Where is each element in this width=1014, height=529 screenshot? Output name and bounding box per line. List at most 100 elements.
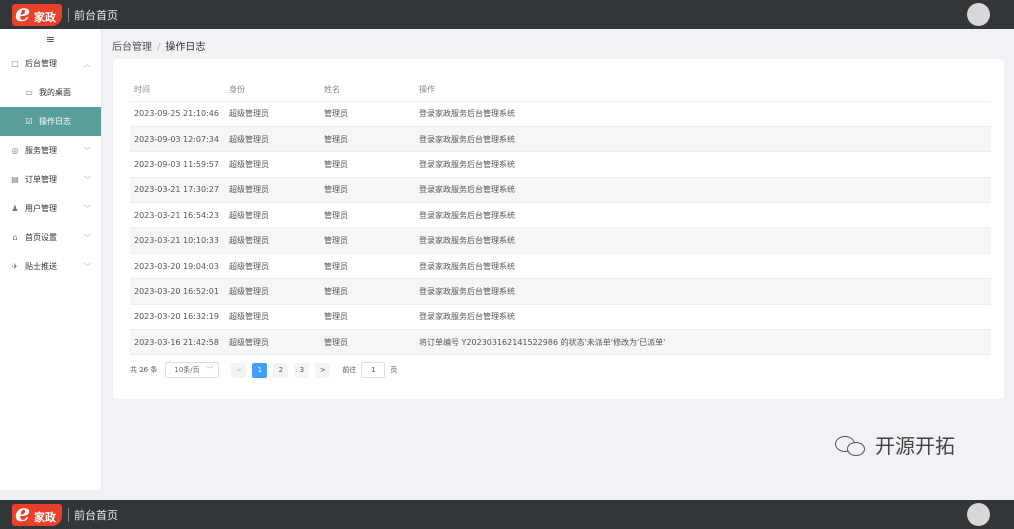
table-cell: 管理员 bbox=[320, 126, 415, 153]
logo[interactable]: e 家政 bbox=[12, 499, 62, 526]
table-cell: 超级管理员 bbox=[225, 202, 320, 229]
sidebar-item-label: 用户管理 bbox=[25, 204, 57, 213]
table-cell: 超级管理员 bbox=[225, 227, 320, 254]
menu-icon: ⌂ bbox=[12, 233, 18, 242]
table-row[interactable]: 2023-03-20 16:52:01 超级管理员 管理员 登录家政服务后台管理系统 bbox=[130, 278, 991, 305]
menu-icon: ▤ bbox=[11, 175, 19, 184]
sidebar: ≡ □ 后台管理 ︿ ▭ 我的桌面 ☑ 操作日志 ◎ 服务管理 ﹀ ▤ 订单管理 ﹀ ♟ 用户管理 ﹀ ⌂ 首页设… bbox=[0, 29, 102, 490]
table-cell: 超级管理员 bbox=[225, 177, 320, 204]
page-button-3[interactable]: 3 bbox=[294, 362, 310, 378]
table-cell: 管理员 bbox=[320, 253, 415, 280]
goto-page-input[interactable]: 1 bbox=[361, 362, 386, 378]
divider bbox=[68, 507, 69, 522]
table-header-row: 时间 身份 姓名 操作 bbox=[130, 79, 991, 102]
logo-text: 家政 bbox=[34, 10, 56, 24]
table-row[interactable]: 2023-09-03 12:07:34 超级管理员 管理员 登录家政服务后台管理系统 bbox=[130, 126, 991, 153]
operation-log-table: 时间 身份 姓名 操作 2023-09-25 21:10:46 超级管理员 管理员登… bbox=[130, 79, 991, 356]
menu-icon: ▭ bbox=[25, 88, 33, 97]
table-cell: 超级管理员 bbox=[225, 278, 320, 305]
breadcrumb-current: 操作日志 bbox=[165, 42, 206, 53]
total-count: 共 26 条 bbox=[130, 366, 158, 374]
table-cell: 2023-03-16 21:42:58 bbox=[130, 329, 225, 356]
sidebar-item-4[interactable]: ▤ 订单管理 ﹀ bbox=[0, 165, 101, 194]
avatar[interactable] bbox=[967, 3, 990, 26]
prev-page-button[interactable]: < bbox=[231, 362, 247, 378]
sidebar-item-0[interactable]: □ 后台管理 ︿ bbox=[0, 49, 101, 78]
sidebar-item-5[interactable]: ♟ 用户管理 ﹀ bbox=[0, 194, 101, 223]
table-cell: 管理员 bbox=[320, 304, 415, 331]
table-cell: 管理员 bbox=[320, 151, 415, 178]
collapse-menu-icon[interactable]: ≡ bbox=[0, 29, 101, 49]
table-cell: 登录家政服务后台管理系统 bbox=[415, 151, 991, 178]
table-cell: 管理员 bbox=[320, 278, 415, 305]
column-header-name[interactable]: 姓名 bbox=[320, 79, 415, 102]
chevron-down-icon: ﹀ bbox=[84, 175, 91, 184]
table-row[interactable]: 2023-03-20 16:32:19 超级管理员 管理员 登录家政服务后台管理系统 bbox=[130, 304, 991, 331]
table-row[interactable]: 2023-03-21 10:10:33 超级管理员 管理员 登录家政服务后台管理系统 bbox=[130, 227, 991, 254]
table-row[interactable]: 2023-03-20 19:04:03 超级管理员 管理员 登录家政服务后台管理系统 bbox=[130, 253, 991, 280]
breadcrumb-separator: / bbox=[157, 42, 161, 53]
table-cell: 管理员 bbox=[320, 101, 415, 127]
chevron-down-icon: ﹀ bbox=[84, 262, 91, 271]
column-header-time[interactable]: 时间 bbox=[130, 79, 225, 102]
watermark: 开源开拓 bbox=[833, 430, 955, 459]
table-cell: 登录家政服务后台管理系统 bbox=[415, 278, 991, 305]
table-cell: 2023-03-20 16:52:01 bbox=[130, 278, 225, 305]
chevron-down-icon: ﹀ bbox=[84, 233, 91, 242]
bottom-navbar: e 家政 前台首页 bbox=[0, 499, 1014, 529]
table-row[interactable]: 2023-09-25 21:10:46 超级管理员 管理员 登录家政服务后台管理系统 bbox=[130, 101, 991, 127]
logo[interactable]: e 家政 bbox=[12, 0, 62, 26]
wechat-icon bbox=[833, 432, 869, 458]
log-card: 时间 身份 姓名 操作 2023-09-25 21:10:46 超级管理员 管理员登… bbox=[113, 59, 1004, 399]
table-cell: 2023-03-21 10:10:33 bbox=[130, 227, 225, 254]
table-cell: 超级管理员 bbox=[225, 126, 320, 153]
table-row[interactable]: 2023-03-16 21:42:58 超级管理员 管理员 将订单编号 Y202303… bbox=[130, 329, 991, 356]
page-button-2[interactable]: 2 bbox=[273, 362, 289, 378]
table-cell: 将订单编号 Y202303162141522986 的状态'未派单'修改为'已派… bbox=[415, 329, 991, 356]
table-row[interactable]: 2023-03-21 17:30:27 超级管理员 管理员 登录家政服务后台管理系统 bbox=[130, 177, 991, 204]
menu-icon: ✈ bbox=[11, 262, 19, 271]
frontend-home-link[interactable]: 前台首页 bbox=[74, 7, 118, 23]
table-cell: 超级管理员 bbox=[225, 329, 320, 356]
column-header-action[interactable]: 操作 bbox=[415, 79, 991, 102]
logo-letter: e bbox=[15, 497, 31, 527]
column-header-role[interactable]: 身份 bbox=[225, 79, 320, 102]
table-cell: 2023-03-20 16:32:19 bbox=[130, 304, 225, 331]
table-cell: 管理员 bbox=[320, 227, 415, 254]
avatar[interactable] bbox=[967, 503, 990, 526]
table-cell: 超级管理员 bbox=[225, 101, 320, 127]
next-page-button[interactable]: > bbox=[315, 362, 331, 378]
chevron-down-icon: ﹀ bbox=[206, 366, 214, 374]
chevron-down-icon: ﹀ bbox=[84, 146, 91, 155]
page-size-value: 10条/页 bbox=[174, 366, 200, 374]
sidebar-item-6[interactable]: ⌂ 首页设置 ﹀ bbox=[0, 223, 101, 252]
page-button-1[interactable]: 1 bbox=[252, 362, 268, 378]
table-cell: 登录家政服务后台管理系统 bbox=[415, 177, 991, 204]
table-cell: 管理员 bbox=[320, 329, 415, 356]
page-size-select[interactable]: 10条/页 ﹀ bbox=[165, 362, 220, 378]
table-cell: 登录家政服务后台管理系统 bbox=[415, 202, 991, 229]
sidebar-item-2[interactable]: ☑ 操作日志 bbox=[0, 107, 101, 136]
frontend-home-link[interactable]: 前台首页 bbox=[74, 507, 118, 523]
sidebar-item-7[interactable]: ✈ 贴士推送 ﹀ bbox=[0, 252, 101, 281]
table-cell: 登录家政服务后台管理系统 bbox=[415, 227, 991, 254]
menu-icon: ◎ bbox=[11, 146, 19, 155]
table-cell: 超级管理员 bbox=[225, 253, 320, 280]
table-cell: 超级管理员 bbox=[225, 151, 320, 178]
sidebar-item-label: 操作日志 bbox=[39, 117, 71, 126]
sidebar-item-label: 后台管理 bbox=[25, 59, 57, 68]
sidebar-item-1[interactable]: ▭ 我的桌面 bbox=[0, 78, 101, 107]
sidebar-item-label: 我的桌面 bbox=[39, 88, 71, 97]
sidebar-item-3[interactable]: ◎ 服务管理 ﹀ bbox=[0, 136, 101, 165]
chevron-down-icon: ﹀ bbox=[84, 204, 91, 213]
table-row[interactable]: 2023-09-03 11:59:57 超级管理员 管理员 登录家政服务后台管理系统 bbox=[130, 151, 991, 178]
table-cell: 登录家政服务后台管理系统 bbox=[415, 253, 991, 280]
divider bbox=[68, 7, 69, 22]
sidebar-menu: □ 后台管理 ︿ ▭ 我的桌面 ☑ 操作日志 ◎ 服务管理 ﹀ ▤ 订单管理 ﹀ ♟ 用户管理 ﹀ ⌂ 首页设置 ﹀… bbox=[0, 49, 101, 281]
table-cell: 2023-03-20 19:04:03 bbox=[130, 253, 225, 280]
goto-label: 前往 bbox=[342, 366, 357, 374]
sidebar-item-label: 服务管理 bbox=[25, 146, 57, 155]
breadcrumb-root[interactable]: 后台管理 bbox=[112, 42, 152, 53]
table-row[interactable]: 2023-03-21 16:54:23 超级管理员 管理员 登录家政服务后台管理系统 bbox=[130, 202, 991, 229]
table-cell: 2023-09-25 21:10:46 bbox=[130, 101, 225, 127]
